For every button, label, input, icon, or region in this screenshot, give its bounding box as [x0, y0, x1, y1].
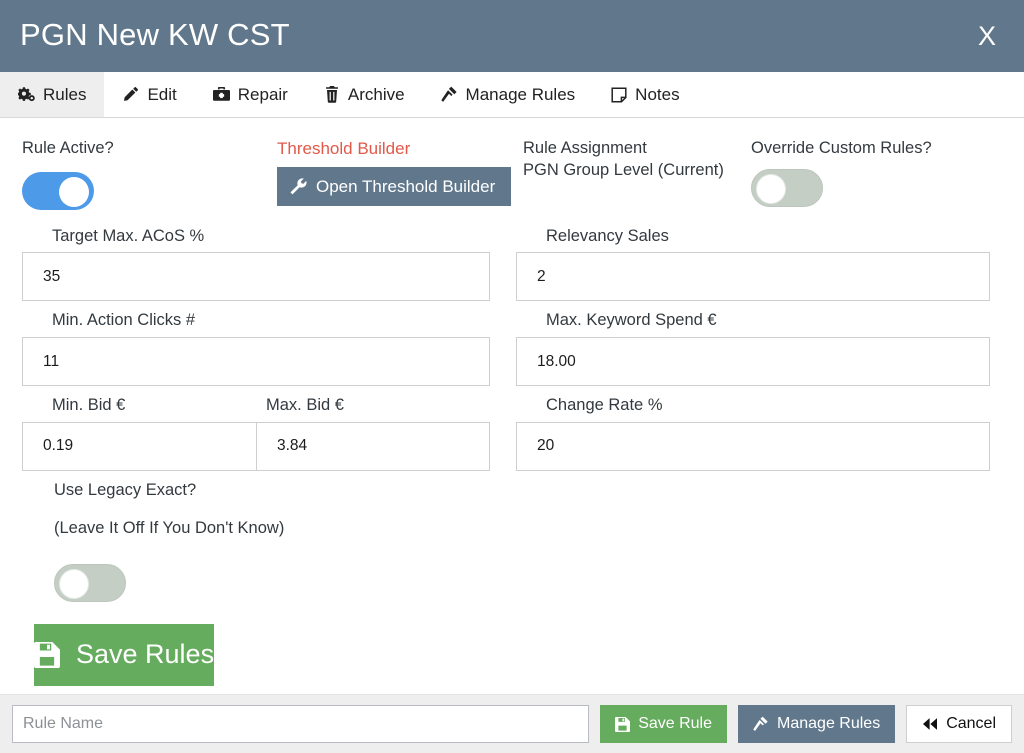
- fields-grid: Target Max. ACoS % 35 Min. Action Clicks…: [0, 210, 1024, 480]
- tab-label: Repair: [237, 84, 288, 104]
- pencil-icon: [122, 86, 139, 103]
- save-rules-button[interactable]: Save Rules: [34, 623, 215, 686]
- save-rules-label: Save Rules: [76, 639, 215, 670]
- override-custom-rules-label: Override Custom Rules?: [751, 139, 932, 157]
- target-max-acos-label: Target Max. ACoS %: [52, 226, 205, 245]
- tabbar: Rules Edit Repair Archive Manage Rules N…: [0, 72, 1024, 118]
- max-bid-input[interactable]: 3.84: [256, 421, 490, 471]
- cancel-button[interactable]: Cancel: [906, 705, 1012, 743]
- gavel-icon: [753, 716, 769, 732]
- gavel-icon: [440, 86, 458, 103]
- threshold-builder-block: Threshold Builder Open Threshold Builder: [255, 138, 517, 210]
- gears-icon: [18, 86, 35, 103]
- page-title: PGN New KW CST: [20, 17, 290, 52]
- relevancy-sales-label: Relevancy Sales: [546, 226, 669, 245]
- trash-icon: [324, 86, 340, 103]
- rule-active-block: Rule Active?: [0, 138, 255, 210]
- tab-repair[interactable]: Repair: [195, 72, 306, 117]
- tab-label: Notes: [635, 84, 680, 104]
- tab-edit[interactable]: Edit: [104, 72, 194, 117]
- min-action-clicks-label: Min. Action Clicks #: [52, 311, 196, 330]
- floppy-icon: [615, 716, 631, 732]
- change-rate-label: Change Rate %: [546, 396, 663, 415]
- tab-label: Edit: [147, 84, 177, 104]
- dialog-footer: Save Rule Manage Rules Cancel: [0, 694, 1024, 753]
- use-legacy-exact-hint: (Leave It Off If You Don't Know): [54, 519, 285, 538]
- save-rule-button[interactable]: Save Rule: [600, 705, 728, 743]
- tab-manage-rules[interactable]: Manage Rules: [423, 72, 594, 117]
- fields-right-column: Relevancy Sales 2 Max. Keyword Spend € 1…: [506, 226, 990, 480]
- toggle-knob: [756, 173, 786, 204]
- rule-assignment-block: Rule Assignment PGN Group Level (Current…: [517, 138, 745, 210]
- min-action-clicks-input[interactable]: 11: [22, 337, 490, 387]
- fields-left-column: Target Max. ACoS % 35 Min. Action Clicks…: [22, 226, 506, 480]
- open-threshold-builder-button[interactable]: Open Threshold Builder: [277, 167, 512, 207]
- manage-rules-button[interactable]: Manage Rules: [738, 705, 896, 743]
- use-legacy-exact-label: Use Legacy Exact?: [54, 480, 197, 499]
- note-icon: [611, 86, 627, 103]
- rule-name-input[interactable]: [12, 705, 590, 743]
- max-keyword-spend-input[interactable]: 18.00: [516, 337, 990, 387]
- floppy-icon: [34, 641, 60, 668]
- cancel-label: Cancel: [946, 715, 996, 732]
- tab-label: Rules: [43, 84, 87, 104]
- override-custom-rules-toggle[interactable]: [751, 168, 823, 207]
- use-legacy-exact-toggle[interactable]: [54, 563, 126, 602]
- top-controls-row: Rule Active? Threshold Builder Open Thre…: [0, 118, 1024, 210]
- backward-icon: [922, 717, 938, 731]
- manage-rules-label: Manage Rules: [777, 715, 881, 732]
- tab-label: Manage Rules: [465, 84, 576, 104]
- relevancy-sales-input[interactable]: 2: [516, 252, 990, 302]
- min-bid-input[interactable]: 0.19: [22, 421, 256, 471]
- tab-label: Archive: [347, 84, 405, 104]
- min-bid-label: Min. Bid €: [52, 396, 126, 415]
- save-rule-label: Save Rule: [638, 715, 713, 732]
- tab-notes[interactable]: Notes: [593, 72, 697, 117]
- toolbox-icon: [212, 86, 230, 103]
- change-rate-input[interactable]: 20: [516, 421, 990, 471]
- rules-dialog: PGN New KW CST X Rules Edit Repair Archi…: [0, 0, 1024, 753]
- max-bid-label: Max. Bid €: [266, 396, 344, 415]
- tab-rules[interactable]: Rules: [0, 72, 105, 117]
- use-legacy-exact-block: Use Legacy Exact? (Leave It Off If You D…: [0, 480, 1024, 602]
- close-icon[interactable]: X: [972, 21, 1002, 52]
- wrench-icon: [290, 178, 307, 195]
- rule-assignment-label: Rule Assignment: [523, 139, 647, 157]
- toggle-knob: [59, 568, 89, 599]
- bid-labels-row: Min. Bid € Max. Bid €: [22, 395, 490, 422]
- target-max-acos-input[interactable]: 35: [22, 252, 490, 302]
- max-keyword-spend-label: Max. Keyword Spend €: [546, 311, 717, 330]
- bid-inputs-row: 0.19 3.84: [22, 421, 490, 471]
- tab-archive[interactable]: Archive: [306, 72, 423, 117]
- rule-assignment-value: PGN Group Level (Current): [523, 160, 724, 179]
- override-custom-rules-block: Override Custom Rules?: [745, 138, 932, 210]
- toggle-knob: [59, 176, 89, 207]
- open-threshold-builder-label: Open Threshold Builder: [316, 176, 496, 196]
- rule-active-toggle[interactable]: [22, 171, 94, 210]
- rule-active-label: Rule Active?: [22, 139, 114, 157]
- rules-form: Rule Active? Threshold Builder Open Thre…: [0, 118, 1024, 694]
- threshold-builder-title: Threshold Builder: [277, 139, 411, 158]
- dialog-titlebar: PGN New KW CST X: [0, 0, 1024, 72]
